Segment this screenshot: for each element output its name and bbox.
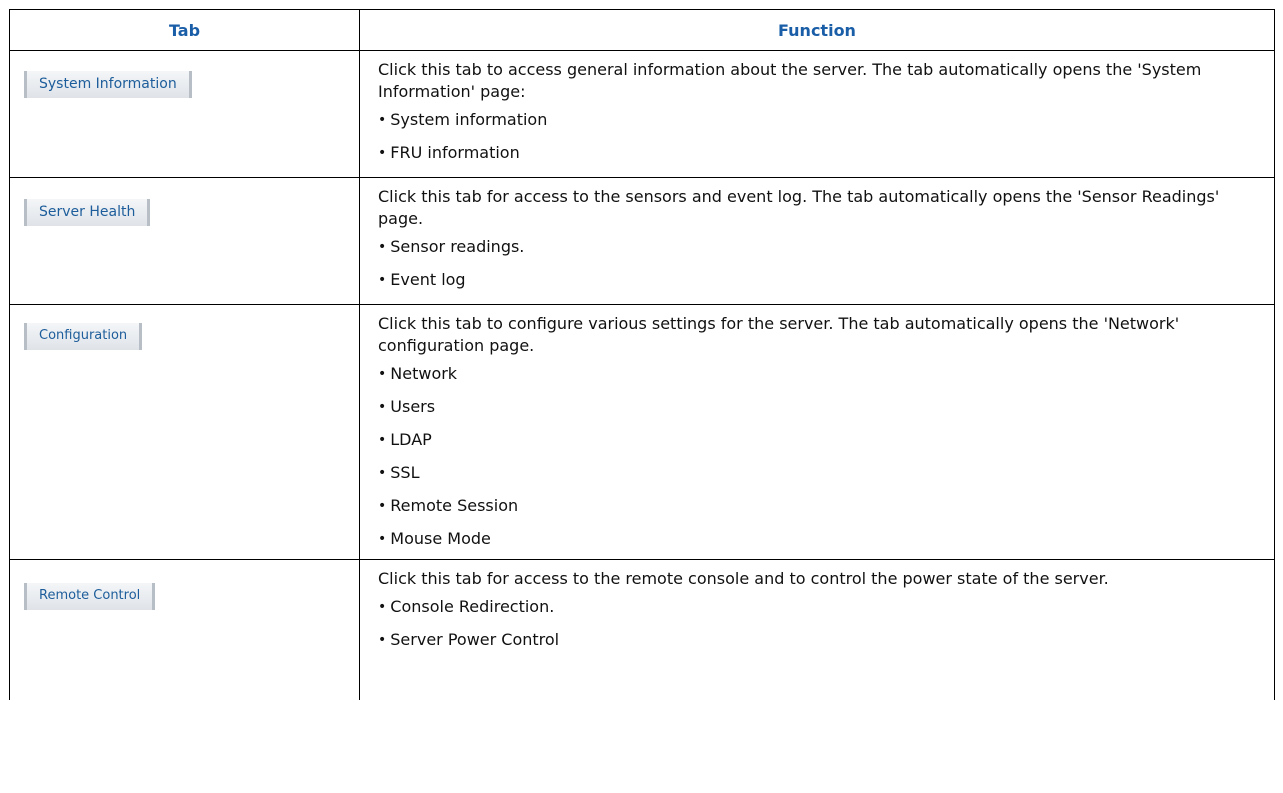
list-item: Console Redirection. (378, 596, 1262, 619)
tab-cell: System Information (9, 50, 360, 178)
function-list: Network Users LDAP SSL Remote Session Mo… (378, 363, 1262, 551)
function-cell: Click this tab for access to the remote … (359, 559, 1275, 700)
list-item: Users (378, 396, 1262, 419)
function-cell: Click this tab to access general informa… (359, 50, 1275, 178)
function-cell: Click this tab to configure various sett… (359, 304, 1275, 560)
function-column-header: Function (359, 9, 1275, 51)
function-description: Click this tab for access to the sensors… (378, 187, 1220, 228)
table-row-server-health: Server Health Click this tab for access … (9, 177, 1275, 305)
function-description: Click this tab to access general informa… (378, 60, 1202, 101)
list-item: SSL (378, 462, 1262, 485)
tab-cell: Server Health (9, 177, 360, 305)
table-row-configuration: Configuration Click this tab to configur… (9, 304, 1275, 560)
tab-cell: Remote Control (9, 559, 360, 700)
tab-column-header: Tab (9, 9, 360, 51)
list-item: Remote Session (378, 495, 1262, 518)
system-information-tab-button[interactable]: System Information (24, 71, 192, 98)
list-item: FRU information (378, 142, 1262, 165)
function-cell: Click this tab for access to the sensors… (359, 177, 1275, 305)
function-description: Click this tab to configure various sett… (378, 314, 1180, 355)
list-item: Network (378, 363, 1262, 386)
table-header-row: Tab Function (9, 9, 1275, 51)
server-health-tab-button[interactable]: Server Health (24, 199, 151, 226)
list-item: Mouse Mode (378, 528, 1262, 551)
list-item: LDAP (378, 429, 1262, 452)
list-item: Event log (378, 269, 1262, 292)
tabs-function-table: Tab Function System Information Click th… (9, 9, 1275, 700)
function-list: Sensor readings. Event log (378, 236, 1262, 292)
configuration-tab-button[interactable]: Configuration (24, 323, 143, 350)
function-description: Click this tab for access to the remote … (378, 569, 1109, 588)
list-item: System information (378, 109, 1262, 132)
tab-cell: Configuration (9, 304, 360, 560)
table-row-system-information: System Information Click this tab to acc… (9, 50, 1275, 178)
list-item: Sensor readings. (378, 236, 1262, 259)
table-row-remote-control: Remote Control Click this tab for access… (9, 559, 1275, 700)
list-item: Server Power Control (378, 629, 1262, 652)
function-list: System information FRU information (378, 109, 1262, 165)
remote-control-tab-button[interactable]: Remote Control (24, 583, 156, 610)
function-list: Console Redirection. Server Power Contro… (378, 596, 1262, 652)
